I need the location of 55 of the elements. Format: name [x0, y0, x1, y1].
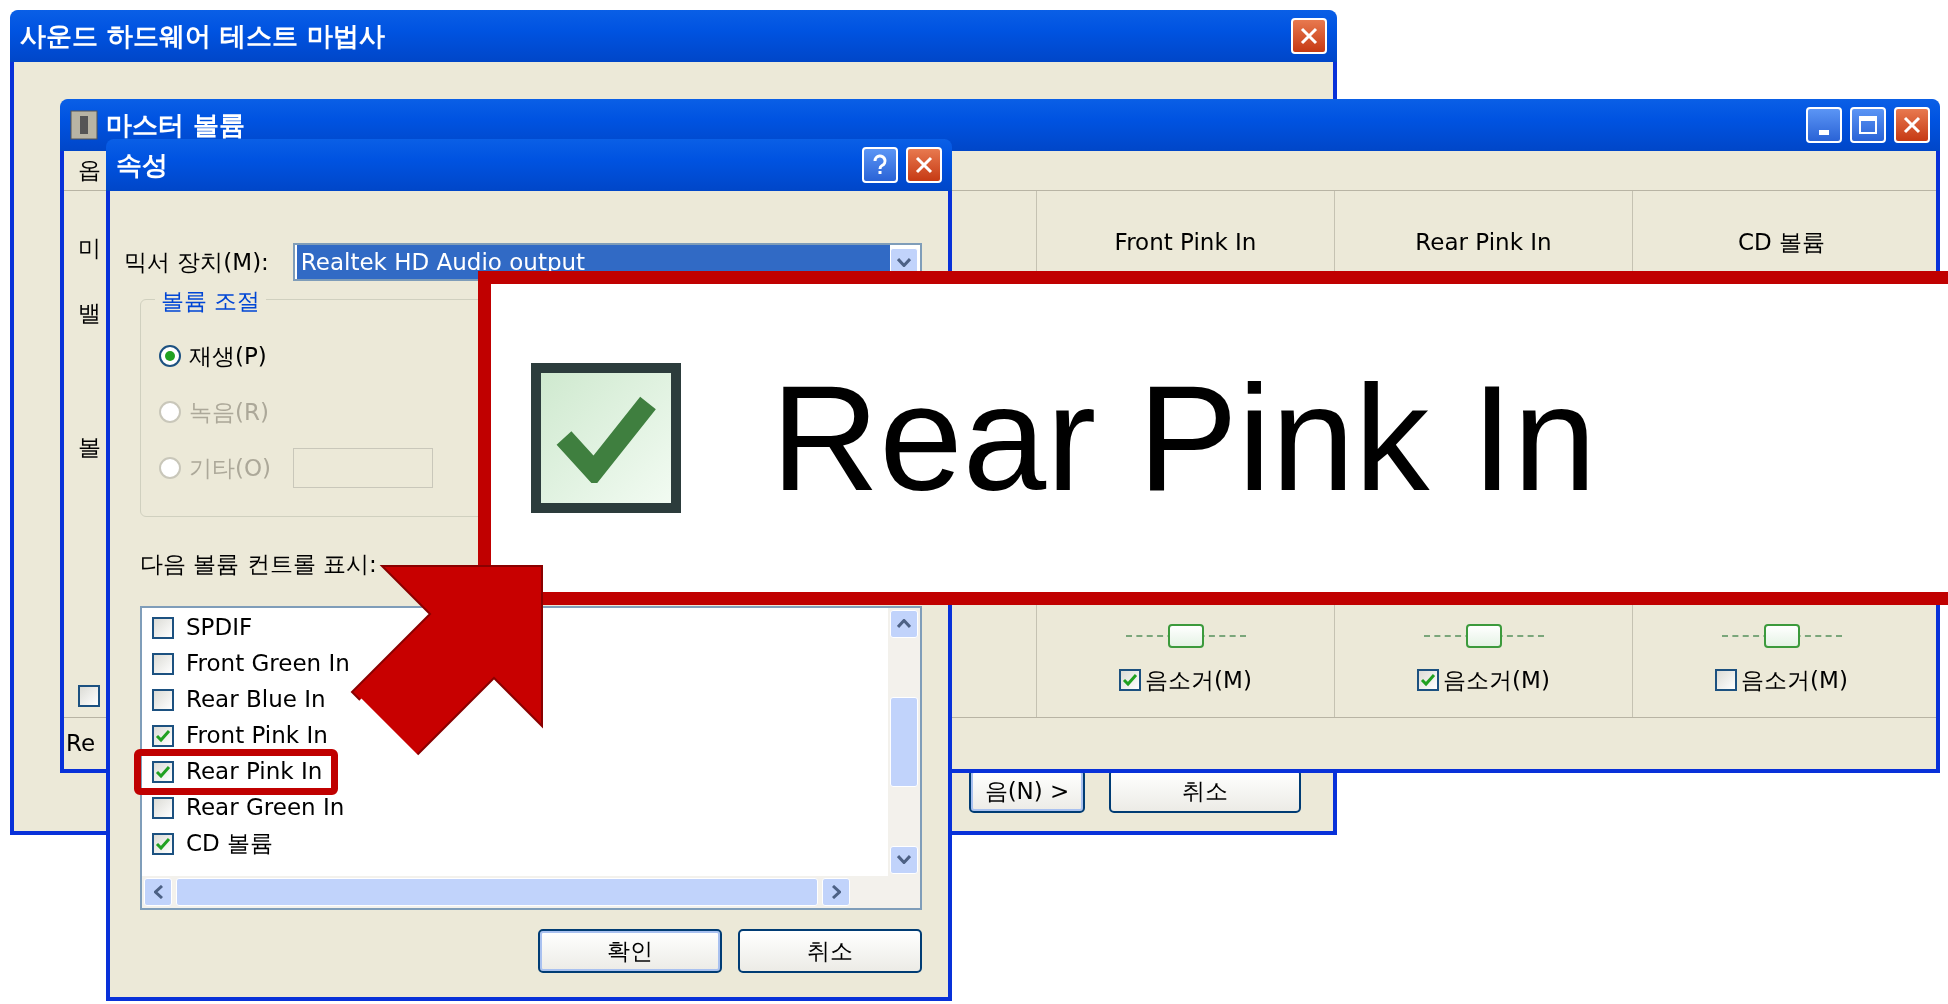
- checkbox[interactable]: [152, 796, 174, 819]
- checkbox[interactable]: [152, 688, 174, 711]
- window-title: 속성: [116, 148, 169, 182]
- column-label: 미: [78, 234, 102, 263]
- checkbox[interactable]: [152, 760, 174, 783]
- magnified-label: Rear Pink In: [771, 363, 1597, 513]
- column-label: 밸: [78, 298, 102, 328]
- list-item[interactable]: CD 볼륨: [142, 825, 888, 862]
- close-icon: [1299, 26, 1319, 46]
- checkbox[interactable]: [152, 652, 174, 675]
- mute-label: 음소거(M): [1741, 665, 1848, 695]
- mute-checkbox[interactable]: [1715, 668, 1738, 691]
- mute-checkbox[interactable]: [78, 684, 100, 707]
- dialog-button[interactable]: 취소: [738, 929, 922, 973]
- mute-label: 음소거(M): [1443, 665, 1550, 695]
- column-header: Rear Pink In: [1415, 228, 1552, 257]
- field-label: 믹서 장치(M):: [124, 247, 269, 277]
- window-title: 사운드 하드웨어 테스트 마법사: [20, 19, 387, 53]
- radio-label: 기타(O): [189, 453, 272, 483]
- help-button[interactable]: [862, 147, 898, 183]
- checkbox[interactable]: [152, 832, 174, 855]
- status-text: Re: [66, 729, 96, 759]
- list-item[interactable]: Rear Green In: [142, 789, 888, 826]
- close-button[interactable]: [1894, 107, 1930, 143]
- minimize-button[interactable]: [1806, 107, 1842, 143]
- list-item[interactable]: SPDIF: [142, 609, 888, 646]
- list-item[interactable]: Front Pink In: [142, 717, 888, 754]
- radio-button[interactable]: [159, 345, 181, 367]
- checkbox[interactable]: [152, 724, 174, 747]
- mute-checkbox[interactable]: [1417, 668, 1440, 691]
- horizontal-scrollbar[interactable]: [142, 875, 920, 908]
- dialog-button[interactable]: 확인: [538, 929, 722, 973]
- close-icon: [1902, 115, 1922, 135]
- list-item[interactable]: Front Green In: [142, 645, 888, 682]
- column-label: 볼: [78, 433, 102, 462]
- mute-label: 음소거(M): [1145, 665, 1252, 695]
- menu-item[interactable]: 옵: [78, 153, 101, 188]
- list-item[interactable]: Rear Blue In: [142, 681, 888, 718]
- list-label: 다음 볼륨 컨트롤 표시:: [140, 550, 378, 579]
- window-title: 마스터 볼륨: [106, 108, 247, 142]
- close-button[interactable]: [1291, 18, 1327, 54]
- column-header: Front Pink In: [1114, 228, 1257, 257]
- minimize-icon: [1819, 130, 1829, 135]
- checkbox[interactable]: [152, 616, 174, 639]
- column-header: CD 볼륨: [1737, 228, 1826, 257]
- mute-checkbox[interactable]: [1119, 668, 1142, 691]
- radio-label: 녹음(R): [189, 397, 269, 427]
- text-field[interactable]: [293, 448, 434, 488]
- list-item[interactable]: Rear Pink In: [142, 753, 888, 790]
- maximize-icon: [1858, 115, 1878, 135]
- vertical-scrollbar[interactable]: [888, 607, 920, 876]
- close-icon: [914, 155, 934, 175]
- radio-label: 재생(P): [189, 341, 267, 371]
- maximize-button[interactable]: [1850, 107, 1886, 143]
- close-button[interactable]: [906, 147, 942, 183]
